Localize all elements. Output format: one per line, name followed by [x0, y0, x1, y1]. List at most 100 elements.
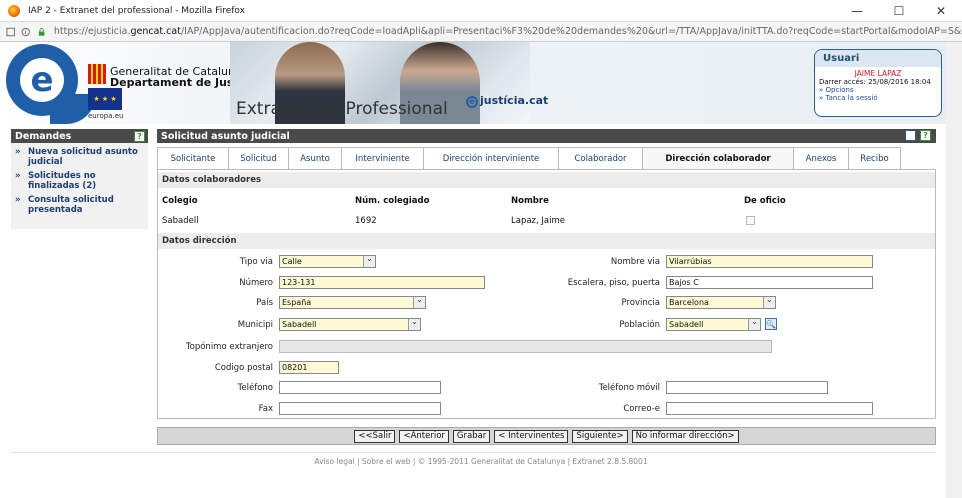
- sidebar-title: Demandes: [15, 130, 72, 142]
- header-icons: ?: [905, 130, 934, 141]
- print-icon[interactable]: [905, 130, 916, 141]
- eu-flag-icon: ★ ★ ★: [88, 88, 122, 110]
- options-link[interactable]: » Opcions: [815, 86, 941, 94]
- address-bar[interactable]: https://ejusticia.gencat.cat/IAP/AppJava…: [0, 22, 962, 42]
- label-municipio: Municipi: [237, 320, 273, 330]
- footer: Aviso legal | Sobre el web | © 1995-2011…: [314, 457, 648, 466]
- poblacion-select[interactable]: Sabadell: [666, 318, 761, 331]
- logout-link[interactable]: » Tanca la sessió: [815, 94, 941, 102]
- numero-input[interactable]: 123-131: [279, 276, 485, 289]
- label-escalera: Escalera, piso, puerta: [567, 278, 660, 288]
- col-de-oficio: De oficio: [744, 196, 786, 206]
- correo-input[interactable]: [666, 402, 873, 415]
- ejusticia-logo[interactable]: e: [6, 44, 96, 124]
- sidebar-item-no-finalizadas[interactable]: » Solicitudes no finalizadas (2): [11, 167, 148, 191]
- banner-title: Extranet del Professional: [236, 99, 448, 119]
- tipo-via-select[interactable]: Calle: [279, 255, 376, 268]
- user-panel-header: Usuari: [815, 50, 941, 67]
- col-colegio: Colegio: [162, 196, 198, 206]
- form-panel: Datos colaboradores Colegio Núm. colegia…: [157, 169, 936, 419]
- salir-button[interactable]: <<Salir: [354, 429, 396, 443]
- cell-num-colegiado: 1692: [355, 216, 377, 226]
- label-telefono: Teléfono: [237, 383, 273, 393]
- cell-nombre: Lapaz, Jaime: [511, 216, 566, 226]
- firefox-icon: [8, 4, 20, 17]
- label-poblacion: Población: [619, 320, 660, 330]
- fax-input[interactable]: [279, 402, 441, 415]
- telefono-input[interactable]: [279, 381, 441, 394]
- label-toponimo: Topónimo extranjero: [185, 342, 273, 352]
- label-tipo-via: Tipo via: [239, 257, 273, 267]
- anterior-button[interactable]: <Anterior: [399, 429, 449, 443]
- url-prefix: https://ejusticia.: [53, 26, 131, 37]
- tab-colaborador[interactable]: Colaborador: [558, 147, 643, 169]
- pais-select[interactable]: España: [279, 296, 426, 309]
- justicia-cat-logo: e justícia.cat: [466, 94, 548, 108]
- window-controls: — ☐ ✕: [836, 0, 962, 22]
- help-icon[interactable]: ?: [920, 130, 931, 141]
- eu-label: europa.eu: [88, 112, 124, 120]
- tab-bar: Solicitante Solicitud Asunto Intervinien…: [157, 147, 901, 170]
- sidebar-item-label: Nueva solicitud asunto judicial: [28, 147, 138, 167]
- tab-direccion-colaborador[interactable]: Dirección colaborador: [642, 147, 794, 170]
- maximize-button[interactable]: ☐: [878, 0, 920, 22]
- label-telefono-movil: Teléfono móvil: [598, 383, 660, 393]
- justicia-e-icon: e: [466, 96, 478, 108]
- sidebar-item-consulta[interactable]: » Consulta solicitud presentada: [11, 191, 148, 215]
- tab-solicitud[interactable]: Solicitud: [228, 147, 289, 169]
- user-panel: Usuari JAIME LAPAZ Darrer accés: 25/08/2…: [814, 49, 942, 117]
- url-domain: gencat.cat: [130, 26, 181, 37]
- logo-letter: e: [20, 58, 64, 102]
- provincia-select[interactable]: Barcelona: [666, 296, 776, 309]
- label-provincia: Provincia: [621, 298, 660, 308]
- tab-asunto[interactable]: Asunto: [288, 147, 342, 169]
- close-button[interactable]: ✕: [920, 0, 962, 22]
- url-text[interactable]: https://ejusticia.gencat.cat/IAP/AppJava…: [54, 26, 962, 37]
- page-icon: [6, 27, 15, 36]
- tab-recibo[interactable]: Recibo: [848, 147, 901, 169]
- section-colaboradores: Datos colaboradores: [158, 172, 935, 188]
- no-informar-direccion-button[interactable]: No informar dirección>: [631, 429, 739, 443]
- sidebar-item-label: Solicitudes no finalizadas (2): [28, 171, 97, 191]
- telefono-movil-input[interactable]: [666, 381, 828, 394]
- tab-solicitante[interactable]: Solicitante: [157, 147, 229, 169]
- municipio-select[interactable]: Sabadell: [279, 318, 421, 331]
- label-pais: País: [256, 298, 273, 308]
- siguiente-button[interactable]: Siguiente>: [572, 429, 628, 443]
- footer-divider: [11, 452, 936, 453]
- justicia-cat-label: justícia.cat: [480, 94, 549, 107]
- sidebar-header: Demandes ?: [11, 129, 148, 143]
- sidebar: Demandes ? » Nueva solicitud asunto judi…: [11, 129, 148, 229]
- user-name: JAIME LAPAZ: [854, 69, 902, 78]
- label-fax: Fax: [258, 404, 273, 414]
- toponimo-input[interactable]: [279, 340, 772, 353]
- page-title: Solicitud asunto judicial: [161, 130, 290, 142]
- label-nombre-via: Nombre via: [610, 257, 660, 267]
- arrow-icon: »: [15, 147, 21, 157]
- window-title: IAP 2 - Extranet del professional - Mozi…: [28, 5, 245, 16]
- cell-colegio: Sabadell: [162, 216, 199, 226]
- info-icon[interactable]: [21, 27, 31, 37]
- minimize-button[interactable]: —: [836, 0, 878, 22]
- tab-interviniente[interactable]: Interviniente: [341, 147, 424, 169]
- sidebar-item-label: Consulta solicitud presentada: [28, 195, 114, 215]
- gencat-flag-icon: [88, 64, 106, 84]
- intervinientes-button[interactable]: < Intervinentes: [494, 429, 569, 443]
- de-oficio-checkbox[interactable]: [746, 216, 755, 225]
- lock-icon[interactable]: [37, 27, 46, 37]
- escalera-input[interactable]: Bajos C: [666, 276, 873, 289]
- window-titlebar: IAP 2 - Extranet del professional - Mozi…: [0, 0, 962, 22]
- label-correo: Correo-e: [623, 404, 660, 414]
- codigo-postal-input[interactable]: 08201: [279, 361, 339, 374]
- vertical-scrollbar[interactable]: [946, 42, 962, 498]
- help-icon[interactable]: ?: [134, 130, 145, 142]
- label-codigo-postal: Codigo postal: [214, 363, 273, 373]
- search-icon[interactable]: 🔍: [765, 318, 777, 330]
- arrow-icon: »: [15, 171, 21, 181]
- tab-anexos[interactable]: Anexos: [793, 147, 849, 169]
- nombre-via-input[interactable]: Vilarrúbias: [666, 255, 873, 268]
- tab-direccion-interviniente[interactable]: Dirección interviniente: [423, 147, 559, 169]
- url-path: /IAP/AppJava/autentificacion.do?reqCode=…: [180, 26, 962, 37]
- sidebar-item-nueva-solicitud[interactable]: » Nueva solicitud asunto judicial: [11, 143, 148, 167]
- grabar-button[interactable]: Grabar: [452, 429, 491, 443]
